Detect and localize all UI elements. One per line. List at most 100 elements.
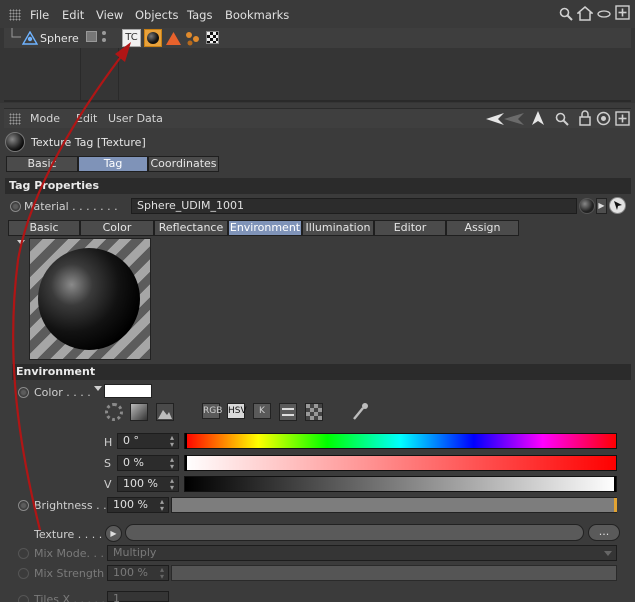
menu-edit[interactable]: Edit xyxy=(76,112,97,125)
spectrum-icon[interactable] xyxy=(130,403,148,421)
back-arrow-icon[interactable] xyxy=(484,112,526,126)
brightness-animate-radio[interactable] xyxy=(18,500,29,511)
hue-label: H xyxy=(104,436,113,449)
tiles-x-animate-radio[interactable] xyxy=(18,595,29,602)
mix-mode-label: Mix Mode. . . xyxy=(34,547,105,560)
mat-tab-assign[interactable]: Assign xyxy=(446,220,519,236)
tiles-x-input[interactable]: 1 xyxy=(107,591,169,602)
layer-icon[interactable] xyxy=(86,31,97,42)
image-picker-icon[interactable] xyxy=(156,403,174,421)
pick-cursor-icon xyxy=(614,201,622,210)
new-panel-icon[interactable] xyxy=(615,111,630,126)
mat-tab-environment[interactable]: Environment xyxy=(228,220,302,236)
rgb-mode-button[interactable]: RGB xyxy=(202,403,222,419)
texture-tag-material-selected[interactable] xyxy=(144,29,162,47)
brightness-spinner-icon[interactable]: ▴ ▾ xyxy=(160,498,164,513)
mix-mode-dropdown[interactable]: Multiply xyxy=(107,545,617,561)
mix-strength-spinner-icon[interactable]: ▴ ▾ xyxy=(160,566,164,581)
texture-tag-tc[interactable]: TC xyxy=(122,29,141,47)
search-icon[interactable] xyxy=(559,7,573,21)
material-animate-radio[interactable] xyxy=(10,201,21,212)
color-expand-arrow-icon[interactable] xyxy=(94,386,102,391)
phong-tag-icon[interactable] xyxy=(166,32,181,45)
new-panel-icon[interactable] xyxy=(615,5,630,20)
texture-menu-button[interactable]: ▶ xyxy=(105,525,122,542)
preview-collapse-arrow-icon[interactable] xyxy=(17,240,25,245)
value-spinner-icon[interactable]: ▴ ▾ xyxy=(170,477,174,492)
menu-edit[interactable]: Edit xyxy=(62,8,84,22)
menu-tags[interactable]: Tags xyxy=(187,8,212,22)
editor-visibility-dot-icon[interactable] xyxy=(102,31,106,35)
material-preview-image[interactable] xyxy=(29,238,151,360)
sphere-object-icon[interactable] xyxy=(22,31,38,45)
menu-user-data[interactable]: User Data xyxy=(108,112,163,125)
texture-tag-title-icon xyxy=(5,132,25,152)
brightness-label: Brightness . . xyxy=(34,499,107,512)
tiles-x-label: Tiles X . . . . . xyxy=(34,593,105,602)
hsv-mode-button[interactable]: HSV xyxy=(227,403,247,419)
material-label: Material . . . . . . . xyxy=(24,200,118,213)
material-link-field[interactable]: Sphere_UDIM_1001 xyxy=(131,198,577,214)
protection-tag-icon[interactable] xyxy=(185,31,201,46)
target-icon[interactable] xyxy=(596,111,611,126)
panel-grip-icon[interactable] xyxy=(9,113,21,125)
texture-label: Texture . . . . . xyxy=(34,528,110,541)
hue-spinner-icon[interactable]: ▴ ▾ xyxy=(170,434,174,449)
brightness-slider-fill xyxy=(172,498,616,512)
cursor-arrow-icon[interactable] xyxy=(531,111,545,126)
search-icon[interactable] xyxy=(555,112,569,126)
texture-browse-button[interactable]: ... xyxy=(588,524,620,541)
mat-tab-color[interactable]: Color xyxy=(80,220,154,236)
attribute-manager-menubar: Mode Edit User Data xyxy=(4,108,631,128)
mix-strength-label: Mix Strength xyxy=(34,567,105,580)
color-wheel-icon[interactable] xyxy=(105,403,123,421)
menu-view[interactable]: View xyxy=(96,8,123,22)
brightness-slider[interactable] xyxy=(171,497,617,513)
mat-tab-basic[interactable]: Basic xyxy=(8,220,80,236)
hue-slider-handle[interactable] xyxy=(185,433,187,449)
eye-icon[interactable] xyxy=(597,10,611,18)
mat-tab-illumination[interactable]: Illumination xyxy=(302,220,374,236)
material-preview-icon[interactable] xyxy=(579,198,595,214)
menu-mode[interactable]: Mode xyxy=(30,112,60,125)
saturation-spinner-icon[interactable]: ▴ ▾ xyxy=(170,456,174,471)
value-slider-handle[interactable] xyxy=(614,476,616,492)
object-name[interactable]: Sphere xyxy=(40,32,79,45)
swatches-icon[interactable] xyxy=(305,403,323,421)
color-swatch[interactable] xyxy=(104,384,152,398)
home-icon[interactable] xyxy=(577,6,593,21)
color-animate-radio[interactable] xyxy=(18,387,29,398)
material-menu-arrow-icon[interactable]: ▶ xyxy=(596,198,607,214)
mat-tab-reflectance[interactable]: Reflectance xyxy=(154,220,228,236)
saturation-slider[interactable] xyxy=(184,455,617,471)
panel-grip-icon[interactable] xyxy=(9,9,21,21)
render-visibility-dot-icon[interactable] xyxy=(102,38,106,42)
tab-tag[interactable]: Tag xyxy=(78,156,148,172)
tab-coordinates[interactable]: Coordinates xyxy=(148,156,219,172)
texture-slot-button[interactable] xyxy=(125,524,584,541)
mix-strength-animate-radio[interactable] xyxy=(18,568,29,579)
mixer-icon[interactable] xyxy=(279,403,297,421)
lock-icon[interactable] xyxy=(579,110,591,126)
menu-bookmarks[interactable]: Bookmarks xyxy=(225,8,289,22)
saturation-slider-handle[interactable] xyxy=(185,455,187,471)
attribute-title: Texture Tag [Texture] xyxy=(31,136,146,149)
material-pick-button[interactable] xyxy=(609,197,626,214)
brightness-slider-handle[interactable] xyxy=(614,498,617,512)
mix-mode-animate-radio[interactable] xyxy=(18,548,29,559)
mat-tab-editor[interactable]: Editor xyxy=(374,220,446,236)
object-row-sphere[interactable]: Sphere TC xyxy=(4,28,631,48)
hue-slider[interactable] xyxy=(184,433,617,449)
tab-basic[interactable]: Basic xyxy=(6,156,78,172)
kelvin-mode-button[interactable]: K xyxy=(253,403,271,419)
uvw-tag-checker-icon[interactable] xyxy=(206,31,219,44)
value-slider[interactable] xyxy=(184,476,617,492)
eyedropper-icon[interactable] xyxy=(351,402,369,422)
menu-objects[interactable]: Objects xyxy=(135,8,178,22)
mix-mode-chevron-down-icon[interactable] xyxy=(604,551,612,556)
mix-strength-slider[interactable] xyxy=(171,565,617,581)
tag-properties-header: Tag Properties xyxy=(5,178,631,194)
menu-file[interactable]: File xyxy=(30,8,49,22)
color-label: Color . . . . xyxy=(34,386,91,399)
value-label: V xyxy=(104,478,112,491)
